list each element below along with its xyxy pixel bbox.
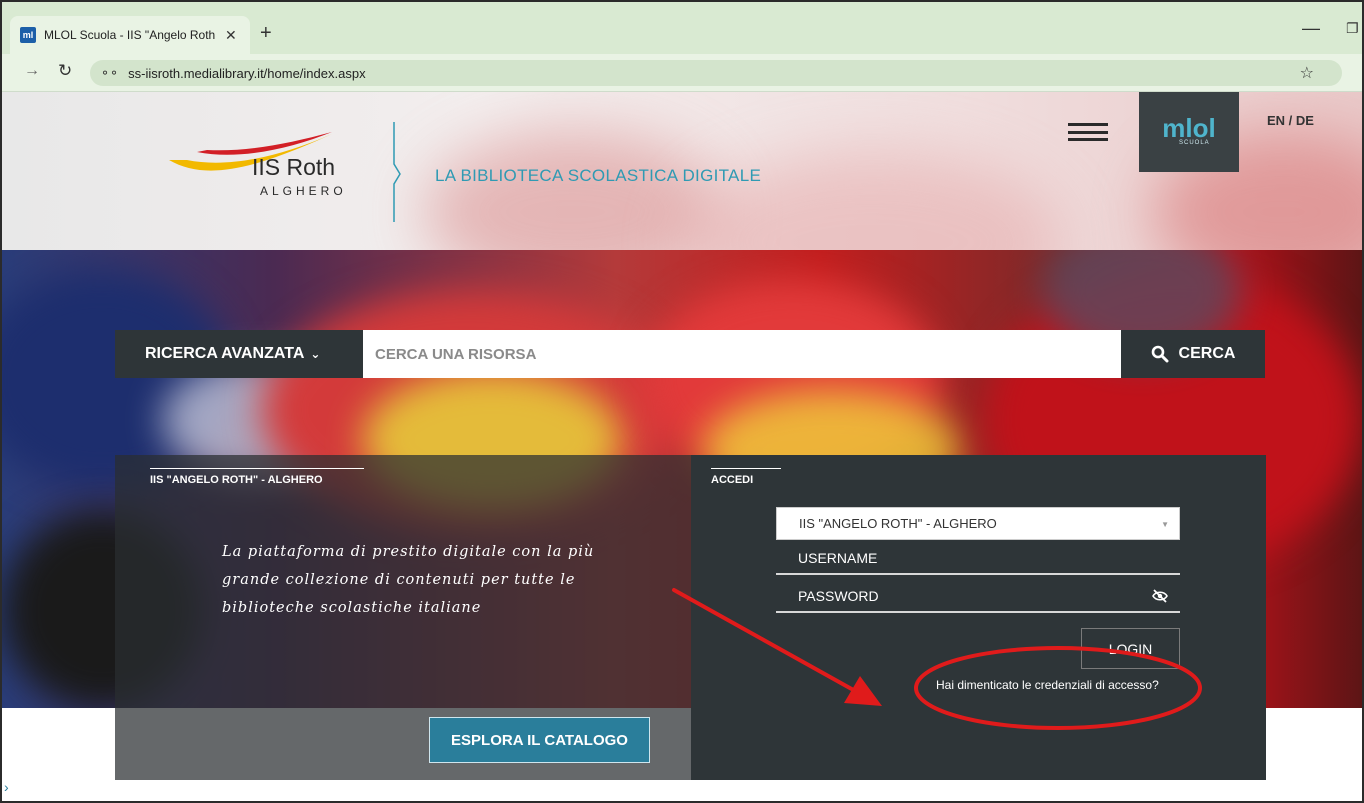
tab-title: MLOL Scuola - IIS "Angelo Roth bbox=[44, 28, 216, 42]
restore-icon[interactable]: ❐ bbox=[1346, 20, 1359, 37]
reload-icon[interactable]: ↻ bbox=[58, 61, 72, 81]
login-button[interactable]: LOGIN bbox=[1081, 628, 1180, 669]
new-tab-icon[interactable]: + bbox=[260, 22, 272, 45]
username-field[interactable]: USERNAME bbox=[776, 542, 1180, 575]
star-icon[interactable]: ☆ bbox=[1300, 63, 1314, 83]
hamburger-menu-icon[interactable] bbox=[1068, 123, 1108, 141]
minimize-icon[interactable]: — bbox=[1302, 18, 1320, 39]
forgot-credentials-link[interactable]: Hai dimenticato le credenziali di access… bbox=[936, 678, 1159, 692]
search-button-label: CERCA bbox=[1178, 345, 1236, 362]
site-tagline: LA BIBLIOTECA SCOLASTICA DIGITALE bbox=[435, 166, 762, 185]
library-select[interactable]: IIS "ANGELO ROTH" - ALGHERO ▼ bbox=[776, 507, 1180, 540]
mlol-logo-text: mlol bbox=[1162, 112, 1216, 143]
chevron-down-icon: ⌄ bbox=[310, 347, 321, 361]
browser-tab-bar: ml MLOL Scuola - IIS "Angelo Roth ✕ + — … bbox=[2, 2, 1362, 54]
advanced-search-button[interactable]: RICERCA AVANZATA ⌄ bbox=[115, 330, 363, 378]
password-field[interactable]: PASSWORD bbox=[776, 580, 1180, 613]
omnibox[interactable]: ⚬⚬ ss-iisroth.medialibrary.it/home/index… bbox=[90, 60, 1342, 86]
site-header: IIS Roth ALGHERO LA BIBLIOTECA SCOLASTIC… bbox=[2, 92, 1362, 250]
caret-down-icon: ▼ bbox=[1161, 520, 1169, 529]
login-panel: ACCEDI IIS "ANGELO ROTH" - ALGHERO ▼ USE… bbox=[691, 455, 1266, 780]
close-icon[interactable]: ✕ bbox=[225, 27, 237, 44]
search-icon bbox=[1151, 345, 1169, 363]
logo-divider bbox=[393, 122, 401, 222]
login-heading: ACCEDI bbox=[711, 468, 781, 486]
search-input[interactable] bbox=[363, 330, 1121, 378]
search-bar: RICERCA AVANZATA ⌄ CERCA bbox=[115, 330, 1265, 378]
scroll-indicator-icon: › bbox=[4, 779, 9, 795]
advanced-search-label: RICERCA AVANZATA bbox=[145, 345, 305, 362]
info-panel-heading: IIS "ANGELO ROTH" - ALGHERO bbox=[150, 468, 364, 486]
screenshot-frame: ml MLOL Scuola - IIS "Angelo Roth ✕ + — … bbox=[0, 0, 1364, 803]
platform-description: La piattaforma di prestito digitale con … bbox=[222, 544, 595, 616]
mlol-logo-sub: SCUOLA bbox=[1179, 140, 1210, 146]
explore-catalog-button[interactable]: ESPLORA IL CATALOGO bbox=[429, 717, 650, 763]
info-panel: IIS "ANGELO ROTH" - ALGHERO La piattafor… bbox=[115, 455, 691, 780]
site-info-icon[interactable]: ⚬⚬ bbox=[100, 66, 119, 80]
forward-arrow-icon[interactable]: → bbox=[24, 62, 40, 80]
language-switch[interactable]: EN / DE bbox=[1267, 113, 1314, 128]
school-logo-city: ALGHERO bbox=[260, 184, 347, 198]
url-text[interactable]: ss-iisroth.medialibrary.it/home/index.as… bbox=[128, 66, 365, 81]
eye-slash-icon[interactable] bbox=[1152, 588, 1168, 604]
mlol-scuola-logo[interactable]: mlol SCUOLA bbox=[1139, 92, 1239, 172]
username-placeholder: USERNAME bbox=[798, 549, 878, 566]
mlol-favicon-icon: ml bbox=[20, 27, 36, 43]
browser-address-bar: → ↻ ⚬⚬ ss-iisroth.medialibrary.it/home/i… bbox=[2, 54, 1362, 92]
library-select-value: IIS "ANGELO ROTH" - ALGHERO bbox=[799, 516, 997, 531]
password-placeholder: PASSWORD bbox=[798, 587, 879, 604]
header-bg-blur bbox=[422, 132, 722, 250]
school-logo-name[interactable]: IIS Roth bbox=[252, 154, 335, 181]
search-button[interactable]: CERCA bbox=[1121, 330, 1265, 378]
browser-tab[interactable]: ml MLOL Scuola - IIS "Angelo Roth ✕ bbox=[10, 16, 250, 54]
